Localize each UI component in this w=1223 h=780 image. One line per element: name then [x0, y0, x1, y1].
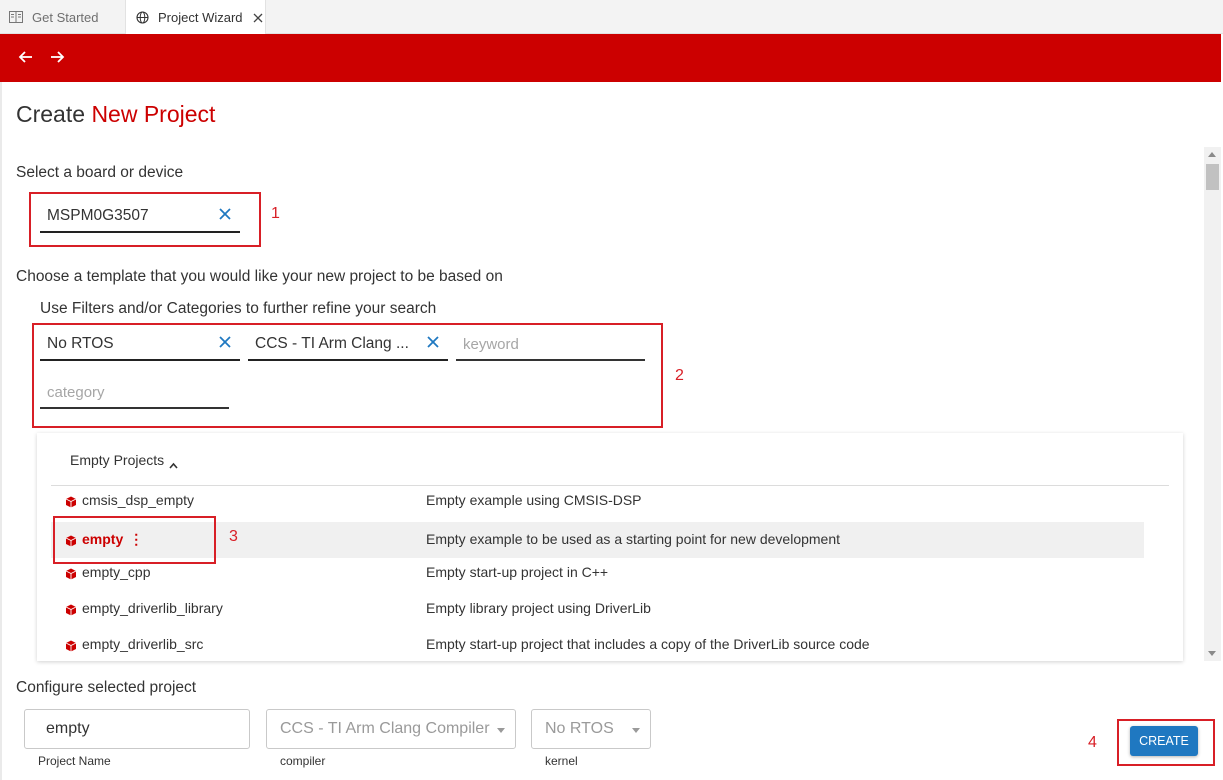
template-name: cmsis_dsp_empty [82, 492, 195, 508]
kernel-select[interactable]: No RTOS [531, 709, 651, 749]
template-row-empty-driverlib-library[interactable]: empty_driverlib_library Empty library pr… [51, 591, 1144, 627]
project-name-label: Project Name [38, 754, 111, 768]
close-icon[interactable] [253, 10, 263, 26]
project-cube-icon [65, 639, 77, 652]
template-name: empty_driverlib_src [82, 636, 204, 652]
device-label: Select a board or device [16, 164, 184, 181]
chevron-up-icon [169, 456, 178, 469]
compiler-value: CCS - TI Arm Clang Compiler [280, 720, 490, 737]
project-name-input[interactable]: empty [24, 709, 250, 749]
book-icon [9, 10, 23, 24]
configure-label: Configure selected project [16, 679, 197, 696]
annotation-step-3: 3 [229, 528, 238, 545]
project-name-value: empty [46, 720, 90, 737]
compiler-select[interactable]: CCS - TI Arm Clang Compiler [266, 709, 516, 749]
category-name: Empty Projects [70, 452, 165, 468]
template-row-cmsis-dsp-empty[interactable]: cmsis_dsp_empty Empty example using CMSI… [51, 483, 1144, 519]
annotation-step-4: 4 [1088, 734, 1097, 751]
template-description: Empty library project using DriverLib [426, 600, 651, 616]
page-title: Create New Project [16, 101, 215, 128]
vertical-scrollbar[interactable] [1204, 147, 1221, 661]
tab-get-started[interactable]: Get Started [0, 0, 125, 34]
scroll-down-icon[interactable] [1208, 651, 1216, 656]
annotation-box-4 [1117, 719, 1215, 766]
forward-arrow-icon[interactable] [49, 49, 67, 67]
wizard-content [0, 82, 1221, 780]
title-prefix: Create [16, 101, 86, 127]
project-cube-icon [65, 603, 77, 616]
kernel-value: No RTOS [545, 720, 614, 737]
template-label: Choose a template that you would like yo… [16, 268, 503, 285]
globe-icon [135, 11, 149, 25]
tab-label: Get Started [32, 9, 99, 25]
project-cube-icon [65, 495, 77, 508]
annotation-box-3 [53, 516, 216, 564]
editor-tab-bar: Get Started Project Wizard [0, 0, 1223, 35]
dropdown-arrow-icon [497, 728, 505, 733]
template-description: Empty start-up project in C++ [426, 564, 609, 580]
scroll-up-icon[interactable] [1208, 152, 1216, 157]
template-row-empty-driverlib-src[interactable]: empty_driverlib_src Empty start-up proje… [51, 627, 1144, 661]
template-description: Empty example using CMSIS-DSP [426, 492, 642, 508]
dropdown-arrow-icon [632, 728, 640, 733]
annotation-step-1: 1 [271, 205, 280, 222]
kernel-label: kernel [545, 754, 578, 768]
category-header-empty-projects[interactable]: Empty Projects [70, 452, 178, 469]
annotation-step-2: 2 [675, 367, 684, 384]
wizard-header-bar [0, 34, 1221, 82]
scrollbar-thumb[interactable] [1206, 164, 1219, 190]
tab-label: Project Wizard [158, 10, 243, 25]
tab-project-wizard[interactable]: Project Wizard [125, 0, 266, 35]
compiler-label: compiler [280, 754, 326, 768]
template-name: empty_driverlib_library [82, 600, 223, 616]
template-name: empty_cpp [82, 564, 151, 580]
title-accent: New Project [91, 101, 216, 127]
filters-label: Use Filters and/or Categories to further… [40, 300, 437, 317]
back-arrow-icon[interactable] [18, 49, 36, 67]
annotation-box-1 [29, 192, 261, 247]
project-cube-icon [65, 567, 77, 580]
annotation-box-2 [32, 323, 663, 428]
template-description: Empty start-up project that includes a c… [426, 636, 870, 652]
template-description: Empty example to be used as a starting p… [426, 531, 841, 547]
